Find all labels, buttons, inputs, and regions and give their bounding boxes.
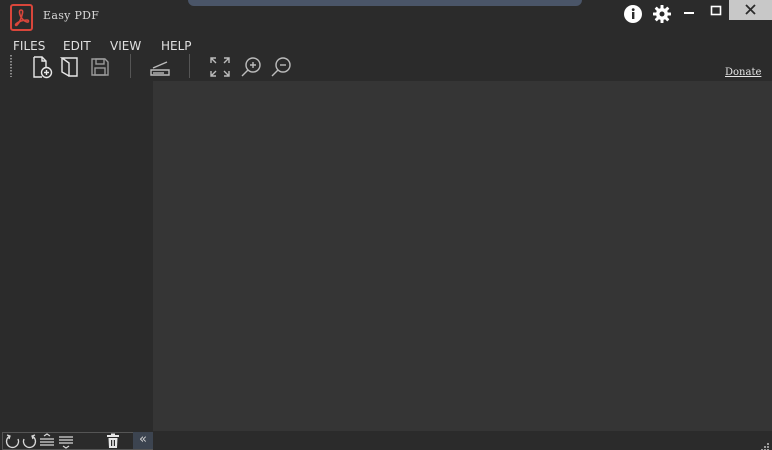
title-bar: Easy PDF bbox=[0, 0, 772, 36]
pdf-logo-icon bbox=[10, 4, 33, 31]
resize-grip-icon[interactable] bbox=[758, 437, 770, 450]
info-icon[interactable] bbox=[623, 4, 643, 28]
rotate-right-icon[interactable] bbox=[21, 433, 37, 450]
document-canvas[interactable] bbox=[153, 81, 772, 431]
rotate-left-icon[interactable] bbox=[5, 433, 21, 450]
menu-help[interactable]: HELP bbox=[161, 39, 192, 50]
add-file-icon[interactable] bbox=[30, 55, 54, 79]
scanner-icon[interactable] bbox=[148, 55, 172, 79]
zoom-out-icon[interactable] bbox=[269, 55, 293, 79]
bottom-bar: « bbox=[0, 431, 772, 450]
window-title: Easy PDF bbox=[43, 9, 100, 22]
menu-bar: FILES EDIT VIEW HELP bbox=[0, 36, 772, 50]
collapse-sidebar-button[interactable]: « bbox=[133, 432, 153, 449]
menu-view[interactable]: VIEW bbox=[110, 39, 141, 50]
minimize-button[interactable] bbox=[675, 0, 703, 22]
toolbar: Donate bbox=[0, 50, 772, 81]
open-file-icon[interactable] bbox=[58, 55, 82, 79]
page-thumbnails-sidebar[interactable] bbox=[0, 81, 153, 431]
menu-edit[interactable]: EDIT bbox=[63, 39, 91, 50]
toolbar-separator bbox=[189, 54, 190, 78]
maximize-button[interactable] bbox=[703, 0, 729, 22]
title-accent-strip bbox=[188, 0, 582, 6]
toolbar-grip[interactable] bbox=[10, 55, 12, 77]
gear-icon[interactable] bbox=[652, 4, 672, 28]
zoom-in-icon[interactable] bbox=[239, 55, 263, 79]
toolbar-separator bbox=[130, 54, 131, 78]
menu-files[interactable]: FILES bbox=[13, 39, 45, 50]
move-down-icon[interactable] bbox=[58, 433, 74, 450]
move-up-icon[interactable] bbox=[39, 433, 55, 450]
delete-icon[interactable] bbox=[106, 433, 120, 450]
donate-link[interactable]: Donate bbox=[725, 67, 761, 78]
save-icon[interactable] bbox=[88, 55, 112, 79]
fit-screen-icon[interactable] bbox=[208, 55, 232, 79]
close-button[interactable] bbox=[729, 0, 772, 20]
